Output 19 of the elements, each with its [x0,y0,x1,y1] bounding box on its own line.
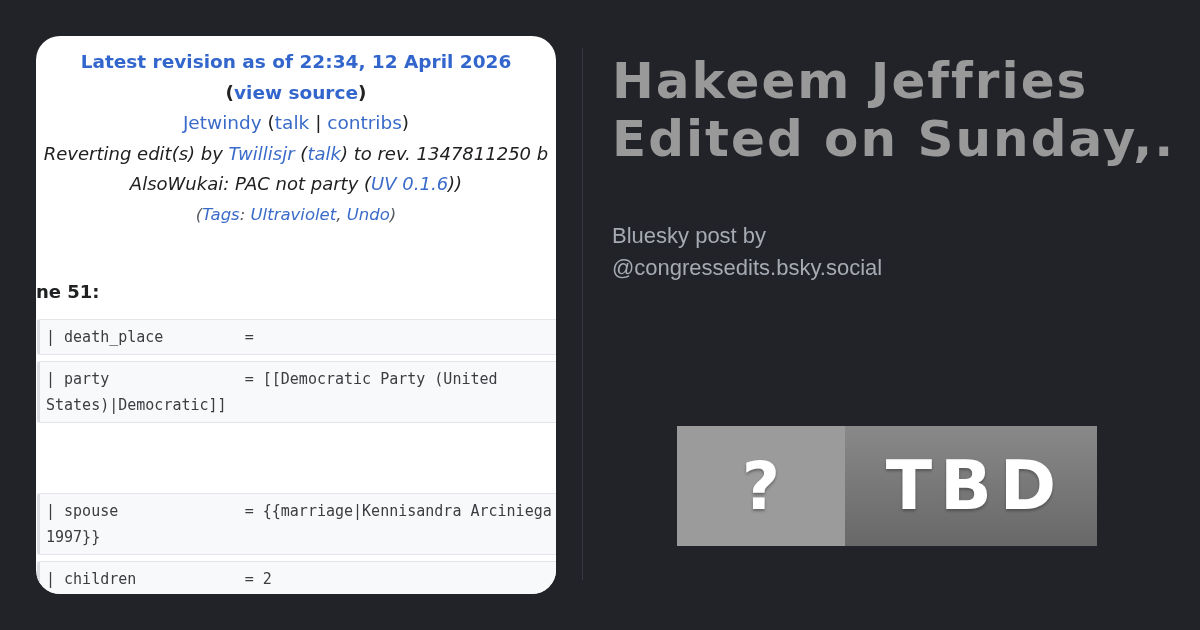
wiki-link[interactable]: Undo [346,204,390,224]
revision-author: Jetwindy (talk | contribs) [181,111,411,135]
wiki-link[interactable]: Twillisjr [228,142,295,164]
wiki-link[interactable]: contribs [327,112,402,133]
line-heading: ne 51: [36,280,101,304]
wiki-link[interactable]: Ultraviolet [250,204,337,224]
wiki-link[interactable]: talk [307,142,341,164]
edit-summary: Reverting edit(s) by Twillisjr (talk) to rev. 1347811250 b AlsoWukai: PAC not party (UV 0.1.6)) [42,141,550,196]
rating-label: TBD [845,426,1097,546]
revision-heading: Latest revision as of 22:34, 12 April 2026 (view source) [79,50,513,105]
post-byline: Bluesky post by @congressedits.bsky.social [612,222,884,282]
wiki-link[interactable]: Latest revision as of 22:34, 12 April 2026 [80,51,512,72]
wiki-link[interactable]: Tags [202,204,240,224]
wiki-link[interactable]: view source [234,81,358,103]
rating-symbol: ? [677,426,845,546]
post-title: Hakeem Jeffries Edited on Sunday,. [612,52,1177,168]
edit-tags: (Tags: Ultraviolet, Undo) [36,199,556,230]
wiki-link[interactable]: Jetwindy [182,112,262,133]
wiki-link[interactable]: talk [274,112,310,133]
